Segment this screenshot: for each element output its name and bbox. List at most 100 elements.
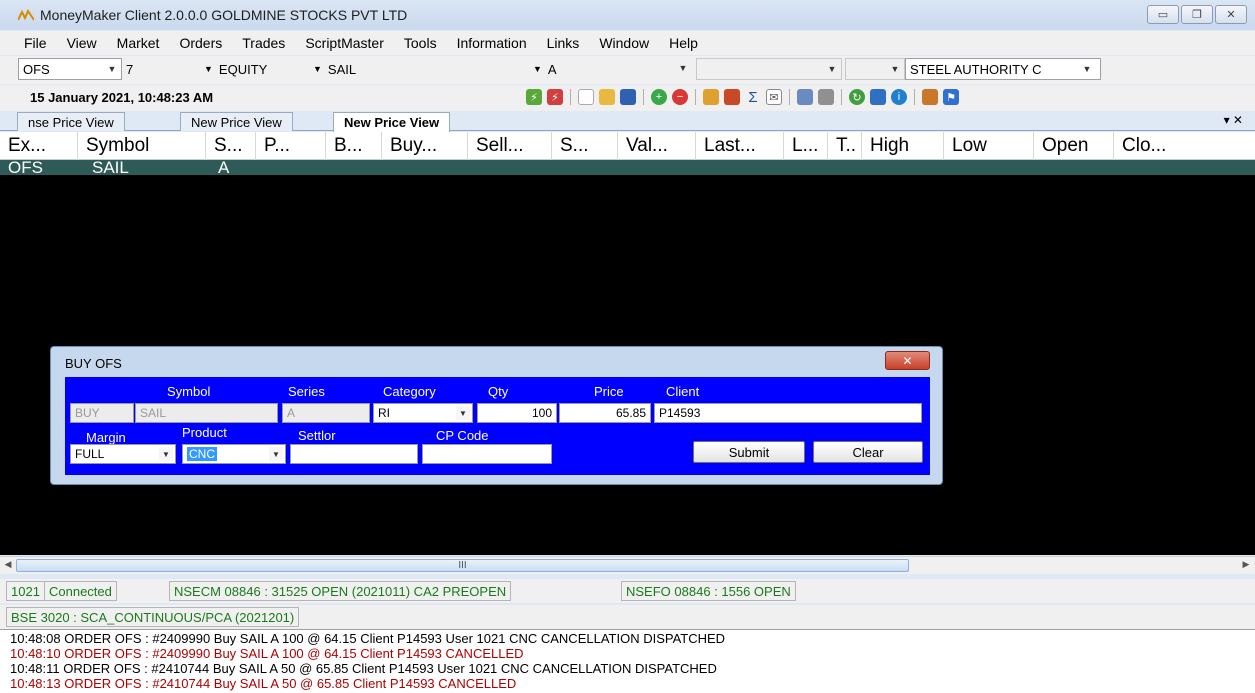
info-icon[interactable]: i <box>891 89 907 105</box>
tab-menu-close-icon[interactable]: ▾ ✕ <box>1224 113 1243 127</box>
segment-select[interactable]: ▼ EQUITY <box>200 58 305 80</box>
column-header[interactable]: Last... <box>696 132 784 160</box>
report-icon[interactable] <box>724 89 740 105</box>
series-select[interactable]: ▼ A ▼ <box>529 58 694 80</box>
menu-orders[interactable]: Orders <box>169 35 232 51</box>
menu-trades[interactable]: Trades <box>232 35 295 51</box>
book-icon[interactable] <box>703 89 719 105</box>
camera-icon[interactable] <box>818 89 834 105</box>
margin-value: FULL <box>75 447 105 461</box>
qty-field[interactable]: 100 <box>477 403 557 423</box>
tab-label: nse Price View <box>28 114 114 130</box>
order-entry-panel: Symbol Series Category Qty Price Client … <box>65 377 930 475</box>
chevron-down-icon: ▼ <box>159 447 173 461</box>
table-row[interactable]: OFS SAIL A <box>0 158 1255 177</box>
menu-scriptmaster[interactable]: ScriptMaster <box>295 35 394 51</box>
column-header[interactable]: T.. <box>828 132 862 160</box>
flag-icon[interactable]: ⚑ <box>943 89 959 105</box>
minimize-button[interactable]: ▭ <box>1147 5 1179 24</box>
connect-icon[interactable]: ⚡ <box>526 89 542 105</box>
tab-nse-price-view[interactable]: nse Price View <box>17 112 125 131</box>
sell-order-icon[interactable]: − <box>672 89 688 105</box>
order-log: 10:48:08 ORDER OFS : #2409990 Buy SAIL A… <box>0 629 1255 693</box>
restore-icon: ❐ <box>1192 9 1202 21</box>
tab-new-price-view-1[interactable]: New Price View <box>180 112 293 131</box>
menu-help[interactable]: Help <box>659 35 708 51</box>
column-header[interactable]: Val... <box>618 132 696 160</box>
column-header[interactable]: Ex... <box>0 132 78 160</box>
menu-view[interactable]: View <box>57 35 107 51</box>
submit-button[interactable]: Submit <box>693 441 805 463</box>
scroll-left-icon[interactable]: ◀ <box>1 559 15 572</box>
column-header[interactable]: S... <box>206 132 256 160</box>
company-select[interactable]: STEEL AUTHORITY C ▼ <box>905 58 1101 80</box>
menu-tools[interactable]: Tools <box>394 35 447 51</box>
client-label: Client <box>666 384 700 399</box>
clear-button[interactable]: Clear <box>813 441 923 463</box>
cp-code-field[interactable] <box>422 444 552 464</box>
title-bar: MoneyMaker Client 2.0.0.0 GOLDMINE STOCK… <box>0 0 1255 30</box>
menu-information[interactable]: Information <box>447 35 537 51</box>
grid-icon[interactable] <box>797 89 813 105</box>
sigma-icon[interactable]: Σ <box>745 89 761 106</box>
symbol-value: SAIL <box>327 61 357 77</box>
column-header[interactable]: Open <box>1034 132 1114 160</box>
icon-toolbar: 15 January 2021, 10:48:23 AM ⚡ ⚡ + − Σ ✉… <box>0 85 1255 111</box>
symbol-select[interactable]: ▼ SAIL <box>309 58 529 80</box>
product-value: CNC <box>187 447 217 461</box>
symbol-field: SAIL <box>135 403 278 423</box>
chart-icon[interactable] <box>870 89 886 105</box>
margin-select[interactable]: FULL ▼ <box>70 444 176 464</box>
tab-new-price-view-2[interactable]: New Price View <box>333 112 451 132</box>
column-header[interactable]: B... <box>326 132 382 160</box>
log-line: 10:48:11 ORDER OFS : #2410744 Buy SAIL A… <box>10 661 717 676</box>
column-header[interactable]: S... <box>552 132 618 160</box>
price-field[interactable]: 65.85 <box>559 403 651 423</box>
category-select[interactable]: RI ▼ <box>373 403 473 423</box>
exchange-select[interactable]: OFS ▼ <box>18 58 122 80</box>
disconnect-icon[interactable]: ⚡ <box>547 89 563 105</box>
buy-order-icon[interactable]: + <box>651 89 667 105</box>
exchange-value: OFS <box>23 61 50 77</box>
chevron-down-icon: ▼ <box>313 64 322 74</box>
column-header[interactable]: Buy... <box>382 132 468 160</box>
column-header[interactable]: L... <box>784 132 828 160</box>
strike-select[interactable]: ▼ <box>845 58 905 80</box>
expiry-select[interactable]: ▼ <box>696 58 842 80</box>
number-select[interactable]: 7 <box>122 58 192 80</box>
column-header[interactable]: Low <box>944 132 1034 160</box>
chevron-down-icon: ▼ <box>890 64 900 74</box>
scroll-right-icon[interactable]: ▶ <box>1239 559 1253 572</box>
open-folder-icon[interactable] <box>599 89 615 105</box>
bse-status-panel: BSE 3020 : SCA_CONTINUOUS/PCA (2021201) <box>6 607 300 627</box>
refresh-icon[interactable]: ↻ <box>849 89 865 105</box>
row-series: A <box>218 158 230 177</box>
scrollbar-thumb[interactable]: III <box>16 559 909 572</box>
save-icon[interactable] <box>620 89 636 105</box>
users-icon[interactable] <box>922 89 938 105</box>
menu-window[interactable]: Window <box>589 35 659 51</box>
close-window-button[interactable]: ✕ <box>1215 5 1247 24</box>
menu-file[interactable]: File <box>14 35 57 51</box>
dialog-close-button[interactable]: ✕ <box>885 351 930 370</box>
series-field: A <box>282 403 370 423</box>
new-file-icon[interactable] <box>578 89 594 105</box>
chevron-down-icon: ▼ <box>204 64 213 74</box>
product-select[interactable]: CNC ▼ <box>182 444 286 464</box>
price-grid-header: Ex... Symbol S... P... B... Buy... Sell.… <box>0 132 1255 160</box>
column-header[interactable]: Sell... <box>468 132 552 160</box>
horizontal-scrollbar[interactable]: ◀ III ▶ <box>0 556 1255 574</box>
client-field[interactable]: P14593 <box>654 403 922 423</box>
column-header[interactable]: P... <box>256 132 326 160</box>
settlor-label: Settlor <box>298 428 336 443</box>
column-header[interactable]: High <box>862 132 944 160</box>
settlor-field[interactable] <box>290 444 418 464</box>
product-label: Product <box>182 425 227 440</box>
menu-market[interactable]: Market <box>107 35 170 51</box>
menu-links[interactable]: Links <box>537 35 590 51</box>
column-header[interactable]: Symbol <box>78 132 206 160</box>
mail-icon[interactable]: ✉ <box>766 89 782 105</box>
column-header[interactable]: Clo... <box>1114 132 1255 160</box>
number-value: 7 <box>126 61 134 77</box>
restore-button[interactable]: ❐ <box>1181 5 1213 24</box>
